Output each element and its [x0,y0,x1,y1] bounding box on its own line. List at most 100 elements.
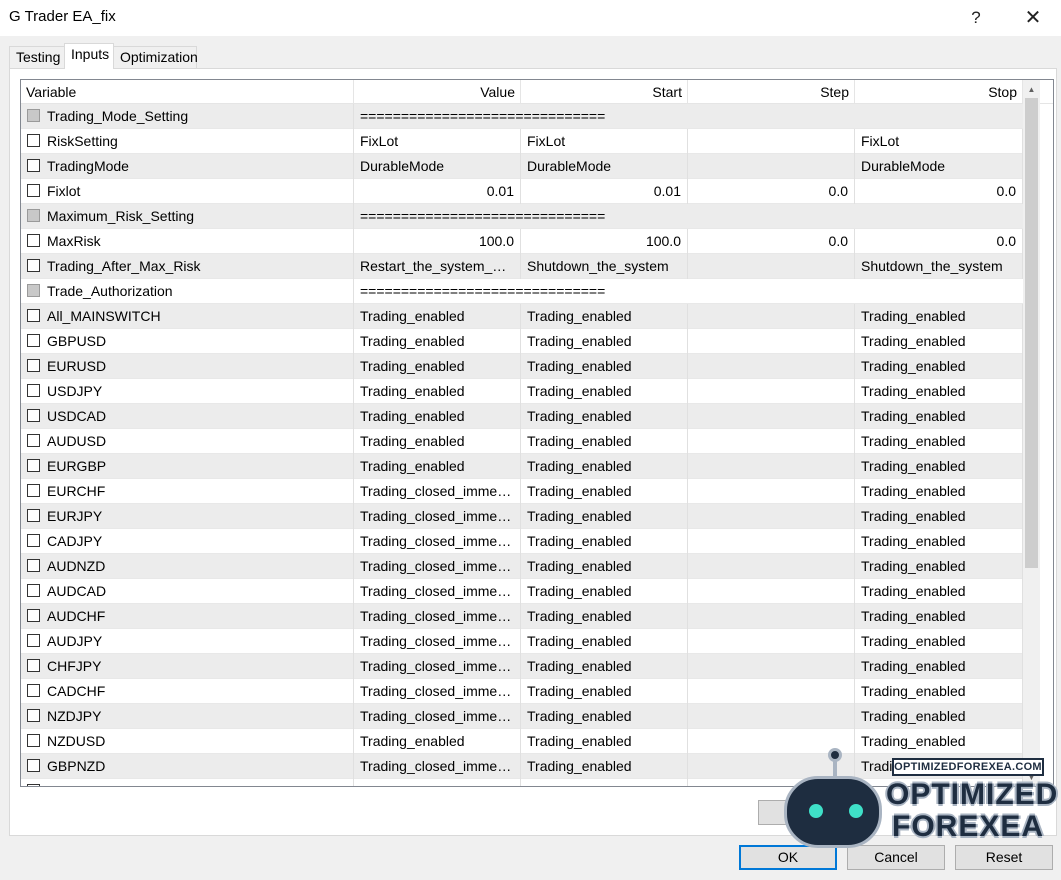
start-cell[interactable]: Trading_enabled [521,629,688,654]
step-cell[interactable] [688,504,855,529]
table-row[interactable]: EURJPY Trading_closed_immedi... Trading_en… [21,504,1023,529]
column-header-start[interactable]: Start [521,80,688,104]
step-cell[interactable]: 0.0 [688,229,855,254]
table-row[interactable]: CADCHF Trading_closed_immedi... Trading_en… [21,679,1023,704]
optimize-checkbox[interactable] [27,384,40,397]
start-cell[interactable]: Trading_enabled [521,454,688,479]
table-row[interactable]: USDCAD Trading_enabled Trading_enabled Trad… [21,404,1023,429]
start-cell[interactable]: Shutdown_the_system [521,254,688,279]
table-row[interactable]: TradingMode DurableMode DurableMode Durable… [21,154,1023,179]
start-cell[interactable]: FixLot [521,129,688,154]
value-cell[interactable]: Restart_the_system_afte... [354,254,521,279]
optimize-checkbox[interactable] [27,509,40,522]
optimize-checkbox[interactable] [27,709,40,722]
optimize-checkbox[interactable] [27,459,40,472]
scrollbar-thumb[interactable] [1025,98,1038,568]
step-cell[interactable] [688,454,855,479]
stop-cell[interactable]: Trading_enabled [855,504,1023,529]
table-row[interactable]: AUDUSD Trading_enabled Trading_enabled Trad… [21,429,1023,454]
stop-cell[interactable]: Trading_enabled [855,604,1023,629]
start-cell[interactable]: Trading_enabled [521,504,688,529]
table-row[interactable]: Trading_Mode_Setting ====================… [21,104,1023,129]
table-row[interactable]: AUDNZD Trading_closed_immedi... Trading_en… [21,554,1023,579]
table-row[interactable]: EURGBP Trading_enabled Trading_enabled Trad… [21,454,1023,479]
start-cell[interactable]: Trading_enabled [521,754,688,779]
value-cell[interactable]: Trading_enabled [354,729,521,754]
table-row[interactable]: EURCHF Trading_closed_immedi... Trading_en… [21,479,1023,504]
value-cell[interactable]: Trading_closed_immedi... [354,629,521,654]
optimize-checkbox[interactable] [27,609,40,622]
optimize-checkbox[interactable] [27,484,40,497]
table-row[interactable]: Trade_Authorization =====================… [21,279,1023,304]
optimize-checkbox[interactable] [27,634,40,647]
optimize-checkbox[interactable] [27,684,40,697]
value-cell[interactable]: Trading_enabled [354,329,521,354]
table-row[interactable]: AUDCAD Trading_closed_immedi... Trading_en… [21,579,1023,604]
step-cell[interactable] [688,429,855,454]
value-cell[interactable]: FixLot [354,129,521,154]
optimize-checkbox[interactable] [27,734,40,747]
step-cell[interactable] [688,254,855,279]
start-cell[interactable]: Trading_enabled [521,579,688,604]
optimize-checkbox[interactable] [27,259,40,272]
start-cell[interactable]: Trading_enabled [521,604,688,629]
value-cell[interactable]: Trading_closed_immedi... [354,529,521,554]
stop-cell[interactable]: Trading_enabled [855,479,1023,504]
start-cell[interactable]: Trading_enabled [521,779,688,786]
value-cell[interactable]: Trading_enabled [354,379,521,404]
tab-inputs[interactable]: Inputs [64,43,114,69]
optimize-checkbox[interactable] [27,159,40,172]
table-row[interactable]: Maximum_Risk_Setting ====================… [21,204,1023,229]
start-cell[interactable]: Trading_enabled [521,529,688,554]
table-row[interactable]: CADJPY Trading_closed_immedi... Trading_en… [21,529,1023,554]
start-cell[interactable]: Trading_enabled [521,379,688,404]
step-cell[interactable]: 0.0 [688,179,855,204]
start-cell[interactable]: Trading_enabled [521,304,688,329]
step-cell[interactable] [688,629,855,654]
optimize-checkbox[interactable] [27,559,40,572]
table-row[interactable]: NZDJPY Trading_closed_immedi... Trading_en… [21,704,1023,729]
start-cell[interactable]: Trading_enabled [521,554,688,579]
optimize-checkbox[interactable] [27,184,40,197]
value-cell[interactable]: Trading_closed_immedi... [354,754,521,779]
table-row[interactable]: All_MAINSWITCH Trading_enabled Trading_ena… [21,304,1023,329]
step-cell[interactable] [688,579,855,604]
stop-cell[interactable]: Trading_enabled [855,554,1023,579]
optimize-checkbox[interactable] [27,759,40,772]
table-row[interactable]: AUDJPY Trading_closed_immedi... Trading_en… [21,629,1023,654]
optimize-checkbox[interactable] [27,434,40,447]
step-cell[interactable] [688,654,855,679]
step-cell[interactable] [688,129,855,154]
stop-cell[interactable]: DurableMode [855,154,1023,179]
value-cell[interactable]: Trading_closed_immedi... [354,679,521,704]
stop-cell[interactable]: Trading_enabled [855,379,1023,404]
column-header-value[interactable]: Value [354,80,521,104]
start-cell[interactable]: Trading_enabled [521,479,688,504]
tab-optimization[interactable]: Optimization [113,46,198,68]
stop-cell[interactable]: Trading_enabled [855,704,1023,729]
start-cell[interactable]: Trading_enabled [521,654,688,679]
step-cell[interactable] [688,404,855,429]
stop-cell[interactable]: Trading_enabled [855,329,1023,354]
value-cell[interactable]: Trading_enabled [354,404,521,429]
value-cell[interactable]: Trading_enabled [354,454,521,479]
column-header-variable[interactable]: Variable [21,80,354,104]
start-cell[interactable]: 100.0 [521,229,688,254]
optimize-checkbox[interactable] [27,334,40,347]
start-cell[interactable]: Trading_enabled [521,329,688,354]
step-cell[interactable] [688,679,855,704]
value-cell[interactable]: Trading_closed_immedi... [354,654,521,679]
stop-cell[interactable]: Trading_enabled [855,404,1023,429]
start-cell[interactable]: Trading_enabled [521,429,688,454]
vertical-scrollbar[interactable]: ▲ ▼ [1023,80,1040,786]
optimize-checkbox[interactable] [27,234,40,247]
step-cell[interactable] [688,379,855,404]
table-row[interactable]: Fixlot 0.01 0.01 0.0 0.0 [21,179,1023,204]
optimize-checkbox[interactable] [27,409,40,422]
optimize-checkbox[interactable] [27,134,40,147]
stop-cell[interactable]: Trading_enabled [855,454,1023,479]
scroll-up-icon[interactable]: ▲ [1023,81,1040,98]
optimize-checkbox[interactable] [27,359,40,372]
table-row[interactable]: Trading_After_Max_Risk Restart_the_system… [21,254,1023,279]
stop-cell[interactable]: Trading_enabled [855,354,1023,379]
